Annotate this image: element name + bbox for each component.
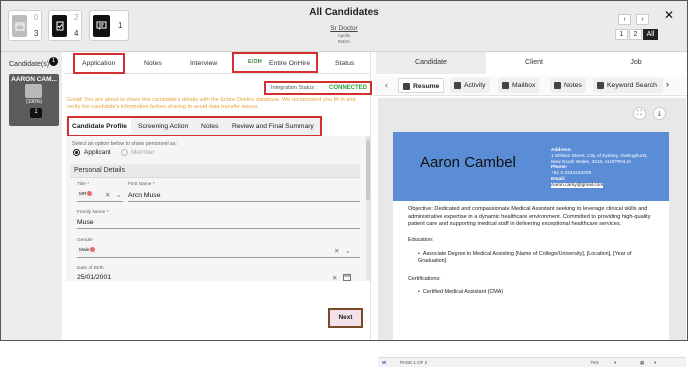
chevron-down-icon[interactable]: ▾ [654,360,656,366]
gender-underline [77,257,360,258]
resume-objective: Objective: Dedicated and compassionate M… [408,206,651,227]
resume-contact-block: Address: 1 William Street, City of Sydne… [551,148,648,188]
title-underline [77,201,123,202]
gender-label: Gender [77,238,93,243]
job-title-link[interactable]: Sr Doctor [0,25,688,32]
personal-details-header: Personal Details [70,164,360,178]
tab-job[interactable]: Job [586,52,686,74]
family-name-underline [77,228,360,229]
mailbox-icon [502,82,509,89]
title-chip[interactable]: MR [77,191,95,199]
tab-notes[interactable]: Notes [144,60,162,67]
candidates-count-badge: 1 [49,57,58,66]
zoom-level[interactable]: 75% [590,360,599,365]
candidate-profile-form [66,136,366,281]
dob-label: Date of Birth [77,266,104,271]
clear-icon[interactable]: ✕ [334,247,339,255]
clear-icon[interactable]: ✕ [332,274,337,282]
chevron-right-icon[interactable]: › [666,79,669,89]
dob-field[interactable]: 25/01/2001 [77,274,111,281]
member-radio[interactable] [121,149,128,156]
clear-icon[interactable]: ✕ [105,191,110,199]
next-candidate-button[interactable]: › [636,14,649,25]
resume-document: Aaron Cambel Address: 1 William Street, … [393,132,669,357]
download-icon[interactable]: ⤓ [653,107,666,120]
all-candidates-window: 0 3 2 4 1 All Candidates Sr Doctor Apoll… [0,0,688,367]
family-name-field[interactable]: Muse [77,219,94,226]
first-name-field[interactable]: Arcn Muse [128,192,160,199]
family-name-label: Family Name * [77,210,109,215]
tab-mailbox[interactable]: Mailbox [498,78,540,93]
tab-status[interactable]: Status [335,60,354,67]
page-indicator: PAGE 1 OF 2 [400,360,428,365]
tab-client[interactable]: Client [484,52,584,74]
highlight-entire-onhire-tab [232,52,318,73]
activity-icon [454,82,461,89]
certification-item: • Certified Medical Assistant (CMA) [418,289,504,295]
applicant-radio[interactable] [73,149,80,156]
resume-candidate-name: Aaron Cambel [420,154,516,171]
page-1-button[interactable]: 1 [615,29,628,40]
candidate-rail: Candidate(s) 1 AARON CAM... (100%) 1 [0,52,62,341]
share-prompt: Select an option below to share personne… [72,141,177,147]
right-sub-tab-row: ‹ Resume Activity Mailbox Notes Keyword … [374,76,688,96]
chevron-down-icon[interactable]: ⌄ [116,191,121,199]
chevron-down-icon[interactable]: ⌄ [345,247,350,255]
right-panel: Candidate Client Job ‹ Resume Activity M… [374,52,688,367]
word-icon: W [382,360,387,365]
title-label: Title * [77,182,90,187]
chevron-left-icon[interactable]: ‹ [385,80,388,90]
candidates-label: Candidate(s) [9,61,50,68]
highlight-next-button: Next [328,308,363,328]
fullscreen-icon[interactable]: ⛶ [633,107,646,120]
page-all-button[interactable]: All [643,29,658,40]
form-scrollbar-thumb[interactable] [366,140,370,200]
tab-resume[interactable]: Resume [398,78,445,93]
certifications-label: Certifications: [408,276,441,282]
document-footer: W PAGE 1 OF 2 75% ▾ ▦ ▾ [378,357,686,367]
client-name: Apollo [337,33,351,38]
tab-activity[interactable]: Activity [450,78,490,93]
tab-candidate[interactable]: Candidate [376,52,486,74]
close-icon[interactable]: ✕ [664,8,674,22]
highlight-sub-tabs [67,116,322,137]
integration-status-label: Integration Status : [271,85,318,91]
education-item: • Associate Degree in Medical Assisting … [418,251,632,264]
keyword-search-icon [597,82,604,89]
share-notice: Great! You are about to share this candi… [67,97,356,110]
tab-keyword-search[interactable]: Keyword Search [593,78,663,93]
gender-chip[interactable]: Male [77,247,98,255]
country-name: INDIA [337,39,350,44]
integration-status-value: CONNECTED [329,85,368,91]
grid-view-icon[interactable]: ▦ [640,360,644,366]
prev-candidate-button[interactable]: ‹ [618,14,631,25]
page-2-button[interactable]: 2 [629,29,642,40]
education-label: Education: [408,237,434,243]
right-tab-row: Candidate Client Job [374,52,688,74]
left-panel: Application Notes Interview E⁝OH Entire … [64,52,372,341]
zoom-menu-icon[interactable]: ▾ [614,360,616,366]
highlight-application-tab [73,53,125,74]
tab-interview[interactable]: Interview [190,60,217,67]
candidate-card-badge: 1 [30,108,42,118]
applicant-label: Applicant [84,149,111,156]
notes-icon [554,82,561,89]
avatar [25,84,42,98]
candidate-card-name: AARON CAM... [11,76,57,83]
tab-notes-right[interactable]: Notes [550,78,586,93]
top-bar: 0 3 2 4 1 All Candidates Sr Doctor Apoll… [0,0,688,52]
candidate-card-percent: (100%) [25,99,43,105]
resume-icon [403,83,410,90]
window-title: All Candidates [309,7,379,18]
next-button[interactable]: Next [332,312,359,324]
first-name-underline [128,201,360,202]
candidate-card[interactable]: AARON CAM... (100%) 1 [9,74,59,126]
first-name-label: First Name * [128,182,155,187]
member-label: Member [131,149,155,156]
calendar-icon[interactable] [343,273,351,283]
